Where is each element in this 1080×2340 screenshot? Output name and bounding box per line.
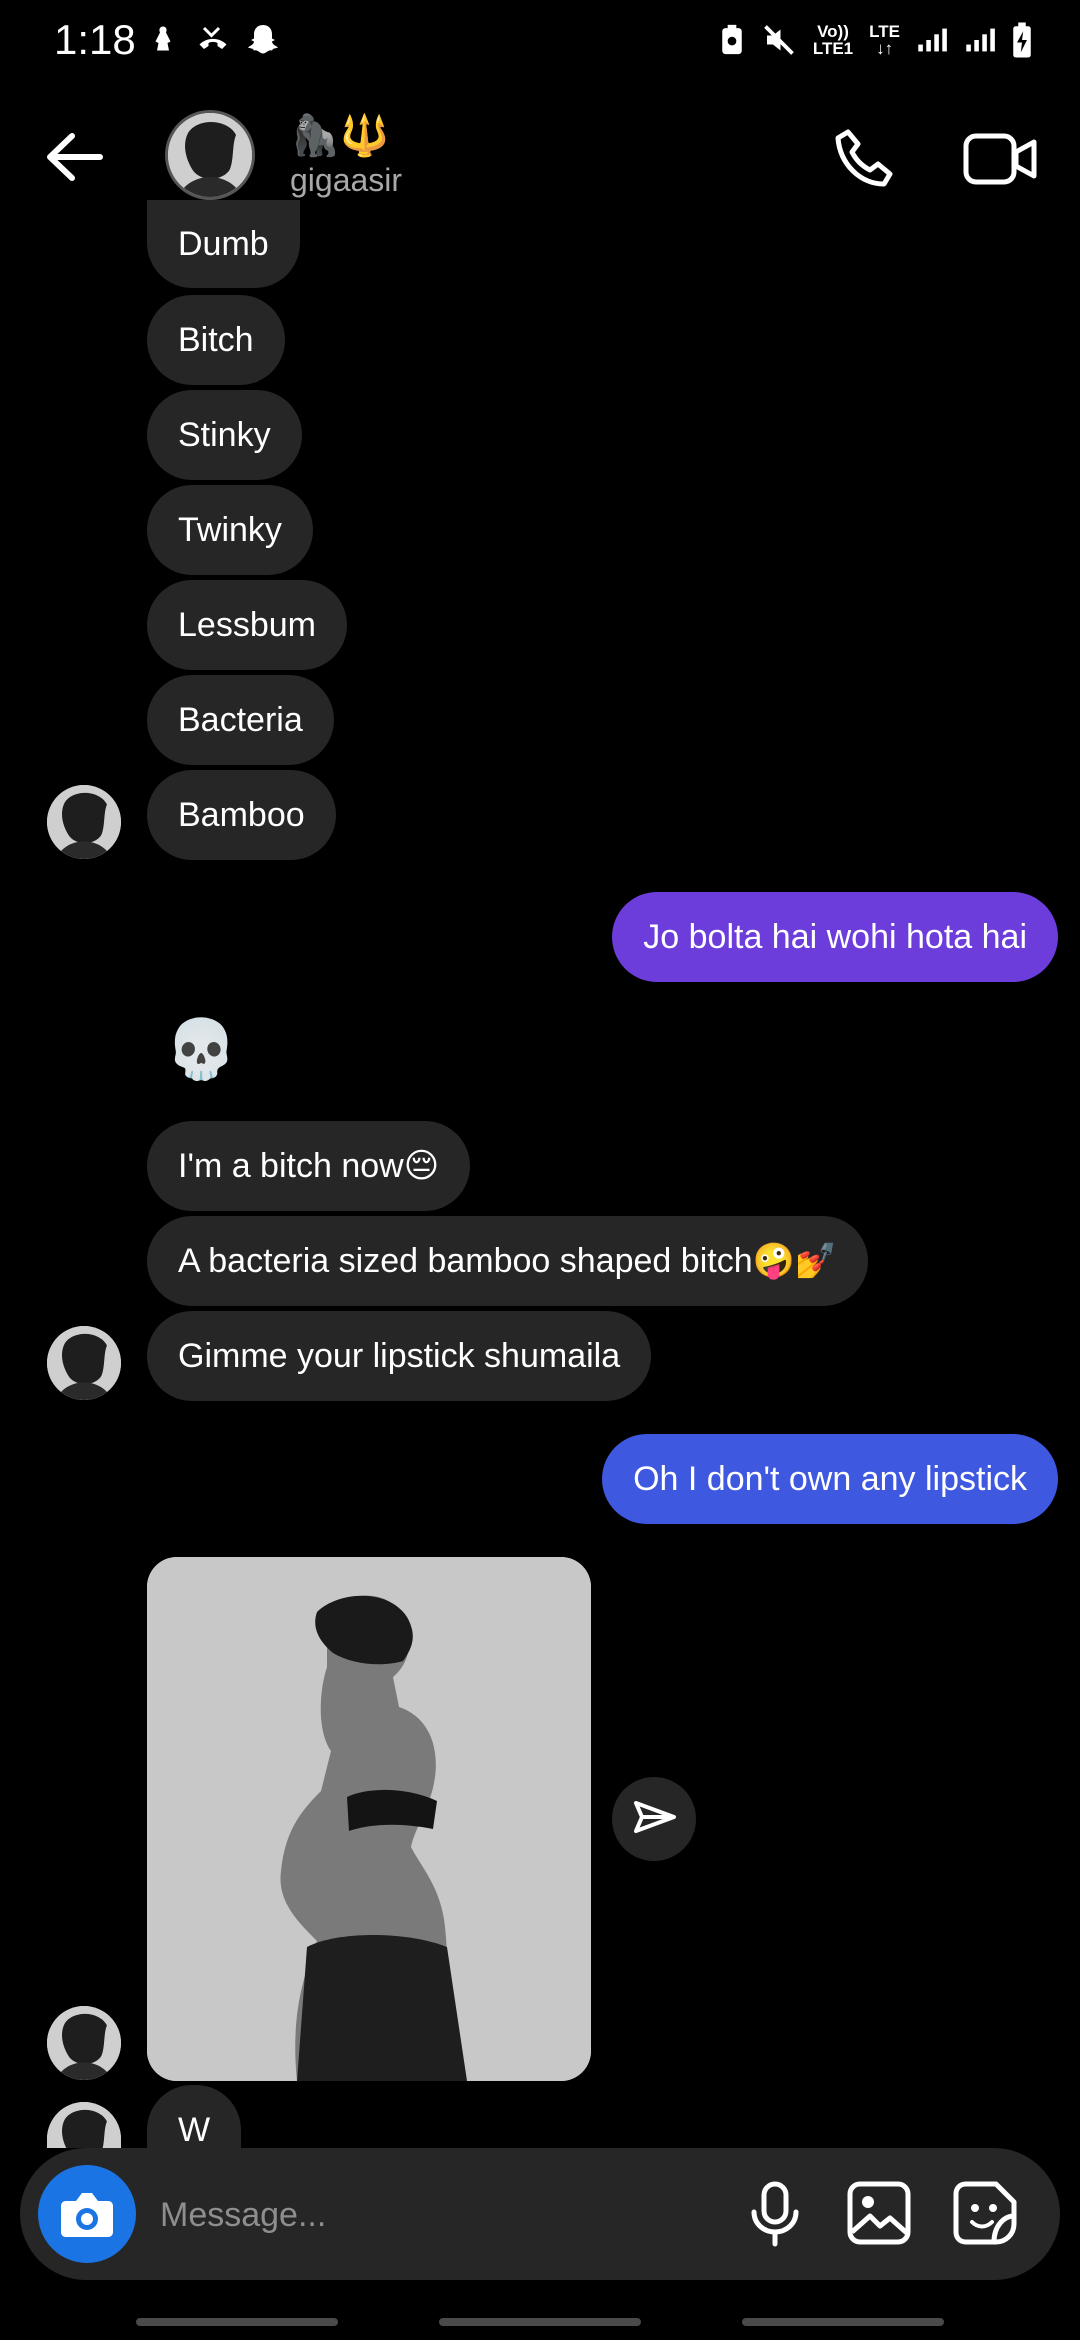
lte-indicator: LTE ↓↑ [869, 22, 900, 58]
header-username[interactable]: gigaasir [290, 162, 402, 199]
snapchat-icon [248, 25, 278, 54]
message-incoming[interactable]: I'm a bitch now😔 [147, 1121, 471, 1211]
avatar-image [47, 2102, 121, 2148]
back-arrow-icon[interactable] [40, 122, 110, 192]
image-icon[interactable] [842, 2176, 916, 2250]
message-incoming[interactable]: Stinky [147, 390, 302, 480]
sticker-icon[interactable] [948, 2176, 1022, 2250]
message-incoming[interactable]: Bamboo [147, 770, 336, 860]
microphone-icon[interactable] [740, 2178, 810, 2248]
message-incoming[interactable]: W [147, 2085, 242, 2148]
signal-icon-2 [966, 28, 995, 52]
message-incoming[interactable]: Twinky [147, 485, 313, 575]
photo-message[interactable] [147, 1557, 591, 2081]
missed-call-icon [199, 26, 227, 49]
message-incoming[interactable]: Gimme your lipstick shumaila [147, 1311, 652, 1401]
battery-saver-icon [722, 24, 742, 55]
camera-icon [61, 2193, 113, 2237]
message-incoming[interactable]: Bacteria [147, 675, 334, 765]
battery-charging-icon [1013, 22, 1031, 58]
message-incoming[interactable]: Dumb [147, 200, 300, 288]
sender-avatar[interactable] [47, 785, 121, 859]
paper-plane-icon [634, 1801, 676, 1833]
system-status-icons: Vo)) LTE1 LTE ↓↑ [719, 20, 1032, 60]
avatar-image [47, 785, 121, 859]
mute-icon [764, 25, 794, 55]
skull-emoji-message[interactable]: 💀 [165, 1016, 237, 1084]
share-button[interactable] [612, 1777, 696, 1861]
nav-home-handle[interactable] [439, 2318, 641, 2326]
avatar-image [47, 1326, 121, 1400]
nav-recent-handle[interactable] [136, 2318, 338, 2326]
video-camera-icon[interactable] [960, 124, 1040, 194]
nav-back-handle[interactable] [742, 2318, 944, 2326]
message-incoming[interactable]: Bitch [147, 295, 285, 385]
message-outgoing[interactable]: Oh I don't own any lipstick [602, 1434, 1058, 1524]
message-incoming[interactable]: Lessbum [147, 580, 347, 670]
profile-avatar[interactable] [165, 110, 255, 200]
message-incoming[interactable]: A bacteria sized bamboo shaped bitch🤪💅 [147, 1216, 869, 1306]
status-time: 1:18 [54, 16, 136, 63]
status-bar: 1:18 Vo)) LTE1 LTE ↓↑ [0, 0, 1080, 86]
message-input[interactable] [158, 2184, 722, 2246]
signal-icon [918, 28, 947, 52]
avatar-image [47, 2006, 121, 2080]
sender-avatar[interactable] [47, 2102, 121, 2148]
notification-icons [145, 22, 281, 58]
message-outgoing[interactable]: Jo bolta hai wohi hota hai [612, 892, 1058, 982]
header-emoji-name[interactable]: 🦍🔱 [290, 112, 390, 159]
photo-image [147, 1557, 591, 2081]
sender-avatar[interactable] [47, 2006, 121, 2080]
camera-button[interactable] [38, 2165, 136, 2263]
avatar-image [168, 113, 252, 197]
app-notification-icon [155, 26, 171, 51]
navigation-bar [0, 2310, 1080, 2340]
chat-screen: 1:18 Vo)) LTE1 LTE ↓↑ 🦍🔱 gigaasir Dumb B… [0, 0, 1080, 2340]
sender-avatar[interactable] [47, 1326, 121, 1400]
message-composer [20, 2148, 1060, 2280]
volte-indicator: Vo)) LTE1 [812, 22, 854, 58]
phone-icon[interactable] [830, 124, 900, 194]
